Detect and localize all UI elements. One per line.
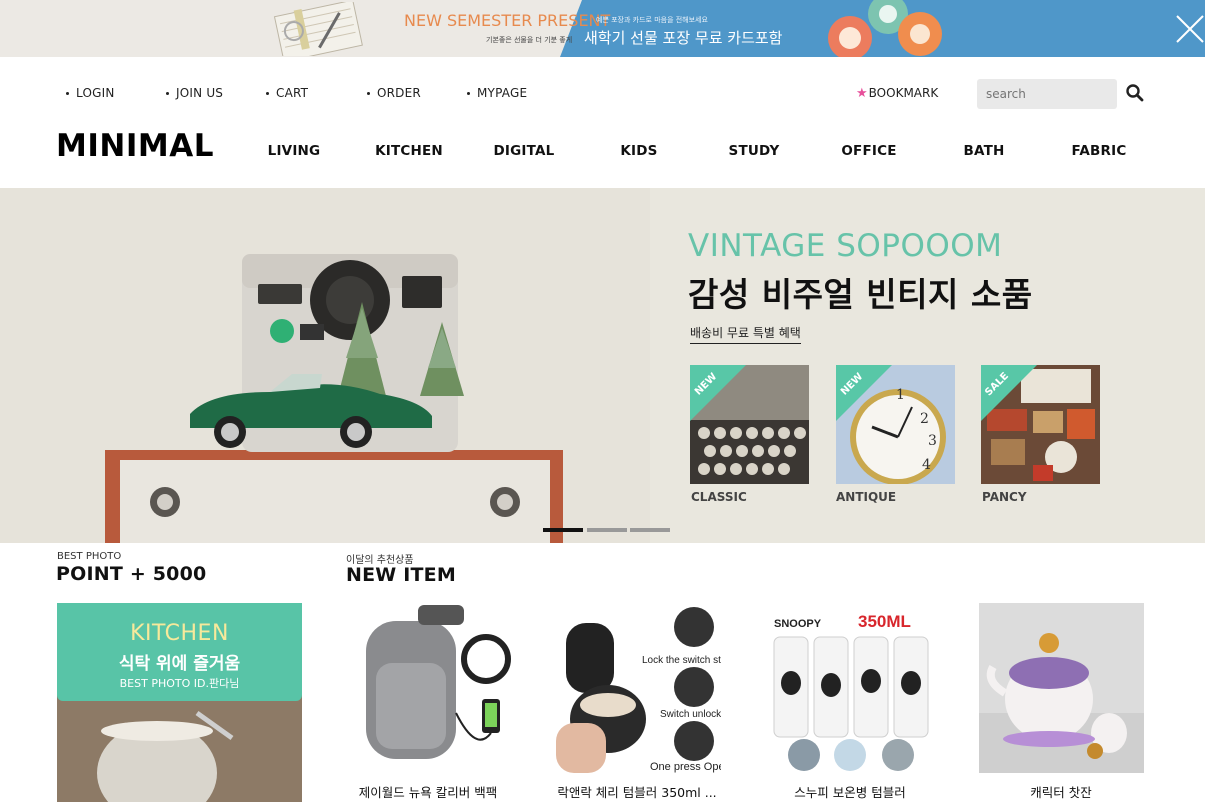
- capacity-label: 350ML: [858, 612, 911, 631]
- bullet-icon: [467, 92, 470, 95]
- product-image-backpack[interactable]: [346, 603, 511, 773]
- hero-subtitle[interactable]: 배송비 무료 특별 혜택: [690, 324, 801, 344]
- util-label: JOIN US: [176, 86, 224, 100]
- thumb-caption[interactable]: CLASSIC: [691, 490, 747, 504]
- thumb-pancy[interactable]: SALE: [981, 365, 1100, 484]
- snoopy-logo: SNOOPY: [774, 618, 822, 630]
- slider-dot[interactable]: [587, 528, 627, 532]
- util-join-link[interactable]: JOIN US: [166, 86, 223, 100]
- promo-title-en: NEW SEMESTER PRESENT: [404, 11, 611, 30]
- tumbler-caption: Lock the switch state: [642, 655, 721, 666]
- thumb-classic[interactable]: NEW: [690, 365, 809, 484]
- svg-text:2: 2: [920, 411, 929, 427]
- util-label: ORDER: [377, 86, 421, 100]
- product-image-tumbler[interactable]: Lock the switch state Switch unlock stat…: [556, 603, 721, 773]
- best-card-credit: BEST PHOTO ID.판다님: [119, 677, 240, 690]
- tumbler-caption: Switch unlock state: [660, 709, 721, 720]
- product-name[interactable]: 스누피 보온병 텀블러: [750, 782, 950, 801]
- thumb-caption[interactable]: ANTIQUE: [836, 490, 896, 504]
- svg-text:4: 4: [922, 457, 931, 473]
- close-icon[interactable]: [1173, 12, 1205, 46]
- util-cart-link[interactable]: CART: [266, 86, 308, 100]
- hero-title-en: VINTAGE SOPOOOM: [688, 228, 1003, 264]
- bookmark-label: BOOKMARK: [868, 86, 939, 100]
- product-name[interactable]: 락앤락 체리 텀블러 350ml ...: [537, 782, 737, 801]
- nav-office[interactable]: OFFICE: [819, 143, 919, 159]
- hero-photo: [0, 188, 650, 543]
- util-label: CART: [276, 86, 309, 100]
- search-icon[interactable]: [1125, 83, 1145, 103]
- util-login-link[interactable]: LOGIN: [66, 86, 115, 100]
- slider-dot[interactable]: [543, 528, 583, 532]
- nav-kitchen[interactable]: KITCHEN: [359, 143, 459, 159]
- util-label: MYPAGE: [477, 86, 528, 100]
- product-image-snoopy[interactable]: SNOOPY 350ML: [768, 603, 933, 773]
- nav-living[interactable]: LIVING: [244, 143, 344, 159]
- svg-text:3: 3: [928, 433, 937, 449]
- snoopy-bottles-image: SNOOPY 350ML: [768, 603, 933, 773]
- product-image-teacup[interactable]: [979, 603, 1144, 773]
- teacup-image: [979, 603, 1144, 773]
- backpack-image: [346, 603, 511, 773]
- thumb-caption[interactable]: PANCY: [982, 490, 1027, 504]
- product-name[interactable]: 제이월드 뉴욕 칼리버 백팩: [328, 782, 528, 801]
- bullet-icon: [66, 92, 69, 95]
- bullet-icon: [266, 92, 269, 95]
- star-icon: ★: [856, 86, 868, 101]
- promo-title-kr: 새학기 선물 포장 무료 카드포함: [584, 29, 783, 47]
- best-card-title-kr: 식탁 위에 즐거움: [118, 654, 241, 674]
- product-name[interactable]: 캐릭터 찻잔: [961, 782, 1161, 801]
- slider-dot[interactable]: [630, 528, 670, 532]
- nav-fabric[interactable]: FABRIC: [1049, 143, 1149, 159]
- util-mypage-link[interactable]: MYPAGE: [467, 86, 527, 100]
- nav-study[interactable]: STUDY: [704, 143, 804, 159]
- best-photo-small: BEST PHOTO: [57, 551, 122, 562]
- promo-sub-left: 기본좋은 선물을 더 기분 좋게: [486, 36, 573, 44]
- hero-title-kr: 감성 비주얼 빈티지 소품: [688, 275, 1033, 314]
- search-input[interactable]: [977, 79, 1117, 109]
- best-photo-card[interactable]: KITCHEN 식탁 위에 즐거움 BEST PHOTO ID.판다님: [57, 603, 302, 802]
- svg-text:1: 1: [896, 387, 905, 403]
- util-label: LOGIN: [76, 86, 115, 100]
- best-card-title-en: KITCHEN: [130, 621, 229, 646]
- tumbler-caption: One press Open: [650, 761, 721, 773]
- new-item-title: NEW ITEM: [346, 564, 456, 586]
- site-logo[interactable]: MINIMAL: [56, 128, 214, 164]
- bullet-icon: [166, 92, 169, 95]
- bookmark-link[interactable]: ★BOOKMARK: [856, 86, 938, 101]
- tumbler-image: Lock the switch state Switch unlock stat…: [556, 603, 721, 773]
- thumb-antique[interactable]: 2 3 4 1 NEW: [836, 365, 955, 484]
- best-photo-head: KITCHEN 식탁 위에 즐거움 BEST PHOTO ID.판다님: [57, 603, 302, 701]
- nav-digital[interactable]: DIGITAL: [474, 143, 574, 159]
- best-photo-title: POINT + 5000: [56, 563, 207, 585]
- bullet-icon: [367, 92, 370, 95]
- promo-sub-right: 예쁜 포장과 카드로 마음을 전해보세요: [596, 16, 708, 24]
- util-order-link[interactable]: ORDER: [367, 86, 421, 100]
- nav-bath[interactable]: BATH: [934, 143, 1034, 159]
- promo-banner[interactable]: NEW SEMESTER PRESENT 기본좋은 선물을 더 기분 좋게 예쁜…: [0, 0, 1205, 57]
- notebook-image: [273, 2, 363, 56]
- washi-tape-image: [828, 0, 942, 57]
- nav-kids[interactable]: KIDS: [589, 143, 689, 159]
